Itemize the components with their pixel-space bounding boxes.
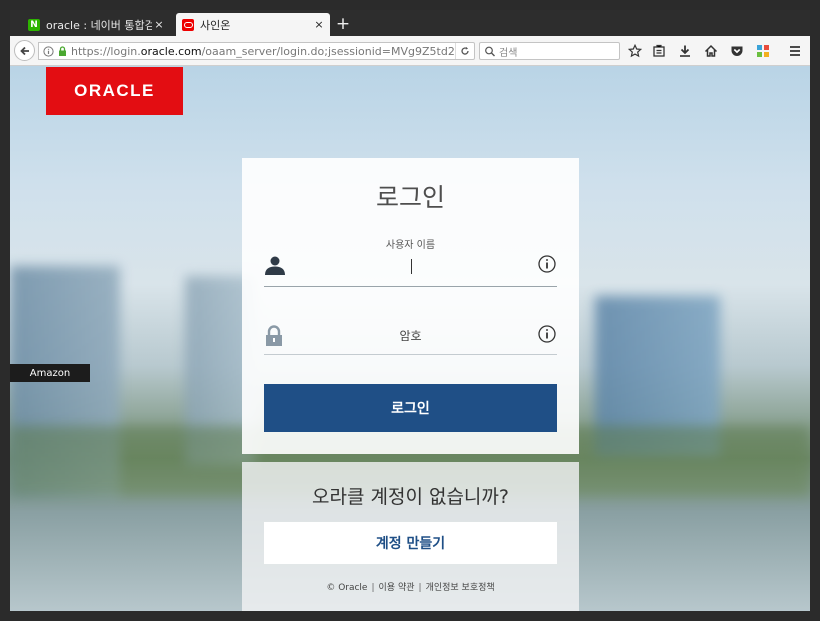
url-text: https://login.oracle.com/oaam_server/log…: [71, 44, 455, 58]
hamburger-menu-icon[interactable]: [787, 43, 803, 59]
text-cursor: [411, 259, 412, 274]
navigation-bar: https://login.oracle.com/oaam_server/log…: [10, 36, 810, 66]
browser-window: N oracle : 네이버 통합검색 × 사인온 × + https://lo…: [10, 10, 810, 611]
naver-favicon-icon: N: [28, 18, 40, 31]
oracle-favicon-icon: [182, 18, 194, 31]
tab-naver[interactable]: N oracle : 네이버 통합검색 ×: [22, 13, 170, 36]
username-label: 사용자 이름: [385, 240, 436, 251]
logo-text: ORACLE: [74, 81, 155, 100]
amazon-tooltip: Amazon: [10, 364, 90, 382]
login-card: 로그인 사용자 이름 암호 로그인: [242, 158, 579, 454]
extension-icon[interactable]: [755, 43, 771, 59]
username-field[interactable]: [264, 286, 557, 287]
footer-links: © Oracle | 이용 약관 | 개인정보 보호정책: [326, 583, 495, 593]
back-arrow-icon: [19, 46, 29, 55]
search-input[interactable]: 검색: [479, 42, 620, 60]
password-info-icon[interactable]: [538, 325, 556, 343]
back-button[interactable]: [14, 40, 35, 61]
tab-label: oracle : 네이버 통합검색: [46, 18, 152, 32]
privacy-link[interactable]: 개인정보 보호정책: [426, 583, 495, 593]
close-tab-icon[interactable]: ×: [312, 18, 326, 31]
create-account-button[interactable]: 계정 만들기: [264, 522, 557, 564]
login-button[interactable]: 로그인: [264, 384, 557, 432]
copyright-text: © Oracle: [326, 583, 368, 593]
search-placeholder: 검색: [499, 47, 518, 59]
tab-strip: N oracle : 네이버 통합검색 × 사인온 × +: [10, 10, 810, 36]
username-info-icon[interactable]: [538, 255, 556, 273]
no-account-prompt: 오라클 계정이 없습니까?: [312, 486, 509, 508]
pocket-icon[interactable]: [729, 43, 745, 59]
close-tab-icon[interactable]: ×: [152, 18, 166, 31]
signup-card: 오라클 계정이 없습니까? 계정 만들기 © Oracle | 이용 약관 | 개인정보…: [242, 462, 579, 611]
reader-list-icon[interactable]: [651, 43, 667, 59]
bookmark-star-icon[interactable]: [627, 43, 643, 59]
tooltip-text: Amazon: [29, 367, 71, 379]
page-content: ORACLE Amazon 로그인 사용자 이름 암호 로그인 오라클 계정이 …: [10, 66, 810, 611]
terms-link[interactable]: 이용 약관: [379, 583, 415, 593]
password-field[interactable]: [264, 354, 557, 355]
tab-signon[interactable]: 사인온 ×: [176, 13, 330, 36]
oracle-logo[interactable]: ORACLE: [46, 67, 183, 115]
home-icon[interactable]: [703, 43, 719, 59]
url-bar[interactable]: https://login.oracle.com/oaam_server/log…: [38, 42, 475, 60]
password-label: 암호: [399, 329, 422, 343]
reload-icon[interactable]: [455, 43, 474, 59]
login-title: 로그인: [375, 183, 445, 212]
info-icon[interactable]: [42, 45, 55, 57]
lock-icon: [59, 45, 66, 56]
download-icon[interactable]: [677, 43, 693, 59]
tab-label: 사인온: [200, 18, 231, 32]
search-icon: [485, 46, 495, 56]
user-icon: [265, 256, 285, 275]
new-tab-button[interactable]: +: [334, 14, 352, 34]
